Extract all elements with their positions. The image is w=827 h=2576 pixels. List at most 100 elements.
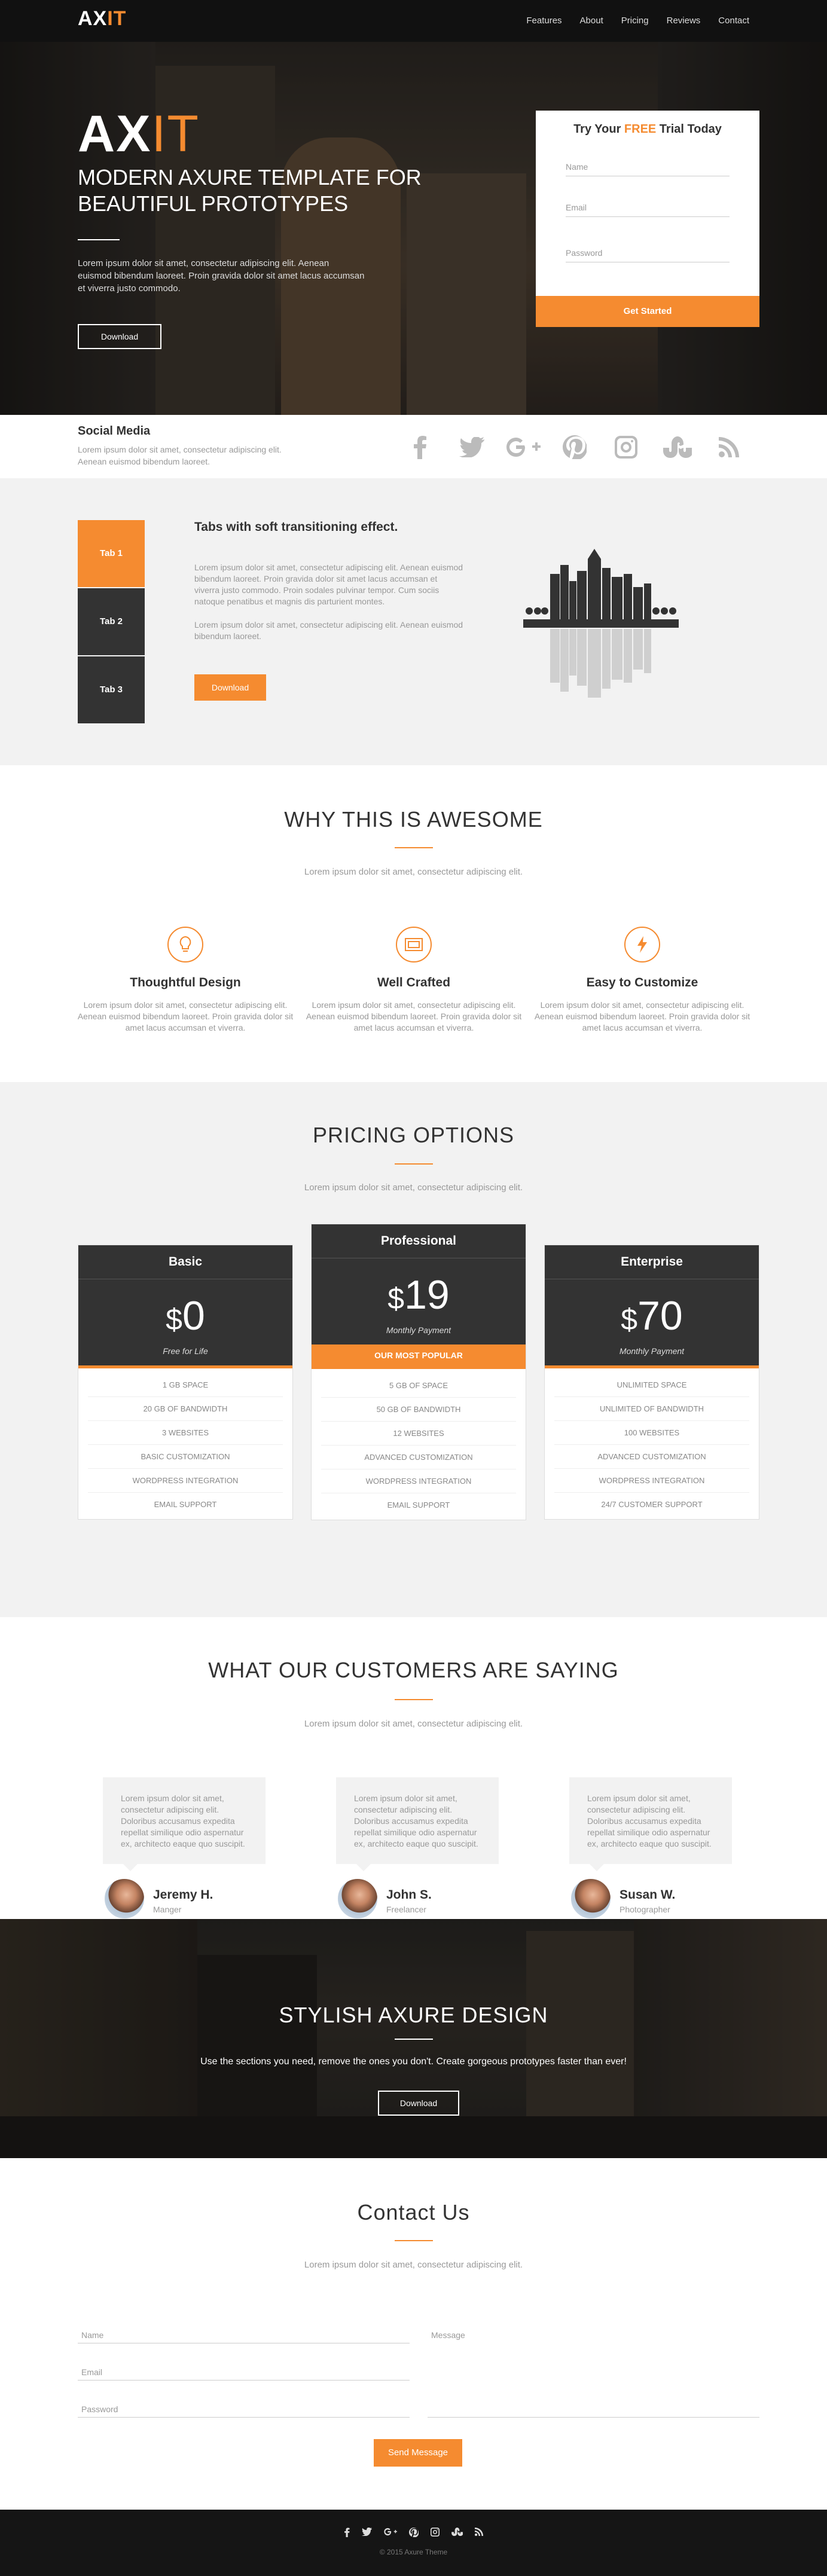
plan-feature: Advanced Customization — [554, 1445, 749, 1469]
contact-password-field[interactable]: Password — [78, 2394, 410, 2418]
testimonial-card: Lorem ipsum dolor sit amet, consectetur … — [569, 1777, 732, 1925]
google-plus-icon[interactable] — [498, 434, 549, 460]
tab-3[interactable]: Tab 3 — [78, 656, 145, 723]
testimonial-card: Lorem ipsum dolor sit amet, consectetur … — [336, 1777, 499, 1925]
feature-text: Lorem ipsum dolor sit amet, consectetur … — [77, 1000, 294, 1032]
instagram-icon[interactable] — [600, 434, 652, 460]
pricing-plan-basic: Basic $0 Free for Life 1 GB Space 20 GB … — [78, 1245, 293, 1520]
feature-card: Thoughtful Design Lorem ipsum dolor sit … — [72, 927, 299, 1034]
instagram-icon[interactable] — [430, 2528, 440, 2540]
get-started-button[interactable]: Get Started — [536, 296, 759, 327]
trial-title-pre: Try Your — [573, 123, 624, 136]
rss-icon[interactable] — [703, 434, 755, 460]
social-title: Social Media — [78, 424, 151, 438]
feature-name: Well Crafted — [377, 976, 451, 989]
hero-download-button[interactable]: Download — [78, 324, 161, 349]
tab-download-button[interactable]: Download — [194, 674, 266, 701]
trial-title-accent: FREE — [624, 123, 657, 136]
feature-text: Lorem ipsum dolor sit amet, consectetur … — [306, 1000, 522, 1032]
avatar — [103, 1877, 146, 1920]
nav-item-reviews[interactable]: Reviews — [667, 16, 701, 26]
plan-feature: Advanced Customization — [321, 1446, 516, 1469]
contact-section: Contact Us Lorem ipsum dolor sit amet, c… — [0, 2158, 827, 2510]
hero-text: Lorem ipsum dolor sit amet, consectetur … — [78, 258, 365, 294]
plan-header: Professional $19 Monthly Payment OUR MOS… — [312, 1224, 526, 1369]
envelope-icon — [396, 927, 432, 962]
avatar — [569, 1877, 612, 1920]
testimonial-quote: Lorem ipsum dolor sit amet, consectetur … — [569, 1777, 732, 1871]
author-name: John S. — [386, 1888, 432, 1902]
plan-period: Monthly Payment — [386, 1325, 451, 1335]
author-name: Jeremy H. — [153, 1888, 213, 1902]
cta-section: STYLISH AXURE DESIGN Use the sections yo… — [0, 1919, 827, 2158]
trial-password-field[interactable]: Password — [566, 242, 730, 262]
hero-logo: AXIT — [78, 105, 200, 164]
testimonials-subtitle: Lorem ipsum dolor sit amet, consectetur … — [304, 1719, 523, 1729]
pinterest-icon[interactable] — [408, 2528, 419, 2540]
facebook-icon[interactable] — [395, 434, 446, 460]
footer: © 2015 Axure Theme — [0, 2510, 827, 2576]
nav-item-contact[interactable]: Contact — [718, 16, 749, 26]
plan-period: Monthly Payment — [619, 1346, 685, 1356]
plan-name: Enterprise — [545, 1245, 759, 1279]
tab-1[interactable]: Tab 1 — [78, 520, 145, 587]
stumbleupon-icon[interactable] — [652, 434, 703, 460]
trial-name-field[interactable]: Name — [566, 156, 730, 176]
plan-amount: 0 — [182, 1293, 205, 1339]
logo[interactable]: AXIT — [78, 7, 126, 30]
author-role: Freelancer — [386, 1905, 426, 1914]
plan-feature: Email Support — [387, 1501, 450, 1509]
city-skyline-illustration — [523, 549, 679, 698]
plan-feature: 5 GB of Space — [321, 1374, 516, 1398]
lightbulb-icon — [167, 927, 203, 962]
cta-divider — [395, 2039, 433, 2040]
nav-item-pricing[interactable]: Pricing — [621, 16, 649, 26]
rss-icon[interactable] — [474, 2528, 483, 2540]
logo-main-text: AX — [78, 7, 108, 30]
plan-name: Professional — [312, 1224, 526, 1258]
twitter-icon[interactable] — [446, 434, 498, 460]
plan-currency: $ — [621, 1303, 638, 1336]
testimonial-quote: Lorem ipsum dolor sit amet, consectetur … — [103, 1777, 266, 1871]
contact-name-field[interactable]: Name — [78, 2320, 410, 2343]
contact-message-field[interactable]: Message — [428, 2320, 759, 2418]
nav-item-features[interactable]: Features — [526, 16, 561, 26]
pricing-plan-enterprise: Enterprise $70 Monthly Payment Unlimited… — [544, 1245, 759, 1520]
plan-amount: 70 — [637, 1293, 683, 1339]
send-message-button[interactable]: Send Message — [374, 2439, 462, 2467]
testimonial-quote: Lorem ipsum dolor sit amet, consectetur … — [336, 1777, 499, 1871]
plan-features: Unlimited Space Unlimited of Bandwidth 1… — [545, 1368, 759, 1519]
testimonial-card: Lorem ipsum dolor sit amet, consectetur … — [103, 1777, 266, 1925]
plan-price: $19 — [312, 1258, 526, 1318]
plan-feature: WordPress Integration — [88, 1469, 283, 1493]
stumbleupon-icon[interactable] — [451, 2528, 463, 2540]
trial-form: Try Your FREE Trial Today Name Email Pas… — [536, 111, 759, 327]
pricing-plan-professional: Professional $19 Monthly Payment OUR MOS… — [311, 1224, 526, 1520]
hero-title: Modern Axure template for beautiful prot… — [78, 165, 422, 216]
author-name: Susan W. — [620, 1888, 676, 1902]
plan-feature: 1 GB Space — [88, 1373, 283, 1397]
google-plus-icon[interactable] — [383, 2528, 397, 2540]
feature-name: Thoughtful Design — [130, 976, 241, 989]
contact-title: Contact Us — [357, 2200, 470, 2224]
hero-section: AXIT Modern Axure template for beautiful… — [0, 42, 827, 415]
feature-card: Well Crafted Lorem ipsum dolor sit amet,… — [300, 927, 527, 1034]
plan-feature: Basic Customization — [88, 1445, 283, 1469]
tabs-section: Tab 1 Tab 2 Tab 3 Tabs with soft transit… — [0, 478, 827, 765]
tab-2[interactable]: Tab 2 — [78, 588, 145, 655]
plan-features: 5 GB of Space 50 GB of Bandwidth 12 Webs… — [312, 1369, 526, 1520]
pricing-title: PRICING OPTIONS — [312, 1123, 515, 1147]
pinterest-icon[interactable] — [549, 434, 600, 460]
plan-period: Free for Life — [163, 1346, 208, 1356]
contact-email-field[interactable]: Email — [78, 2357, 410, 2381]
plan-feature: Email Support — [154, 1500, 217, 1509]
trial-email-field[interactable]: Email — [566, 197, 730, 217]
cta-download-button[interactable]: Download — [378, 2091, 459, 2116]
tab-paragraph: Lorem ipsum dolor sit amet, consectetur … — [194, 620, 463, 641]
plan-feature: WordPress Integration — [321, 1469, 516, 1493]
facebook-icon[interactable] — [344, 2528, 350, 2540]
twitter-icon[interactable] — [361, 2527, 372, 2540]
plan-header: Enterprise $70 Monthly Payment — [545, 1245, 759, 1368]
feature-card: Easy to Customize Lorem ipsum dolor sit … — [529, 927, 756, 1034]
nav-item-about[interactable]: About — [580, 16, 603, 26]
